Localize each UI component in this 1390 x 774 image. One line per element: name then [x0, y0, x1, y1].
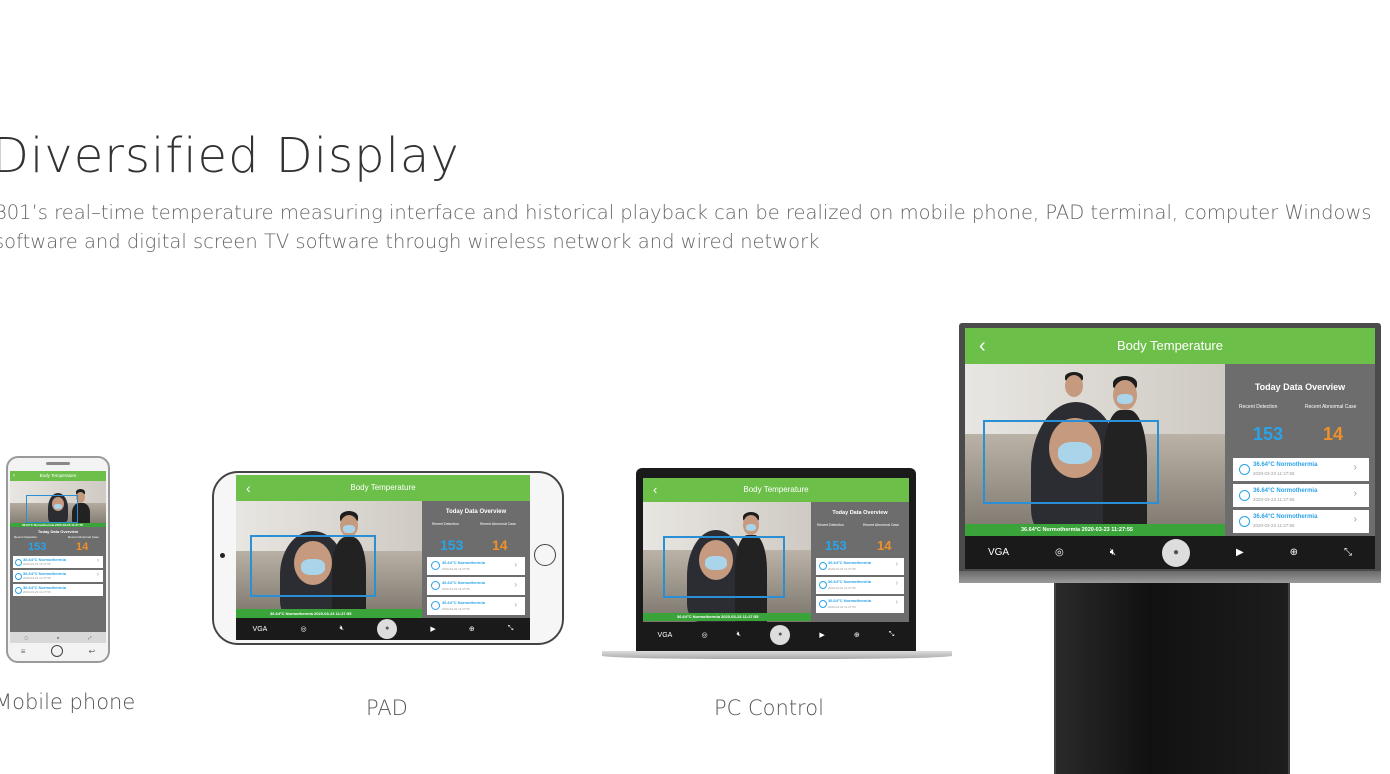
vga-button[interactable]: VGA	[658, 632, 673, 639]
fullscreen-icon[interactable]: ⤡	[889, 631, 895, 639]
tv-device: ‹ Body Temperature 36.64°C Normothermia …	[959, 323, 1381, 583]
fullscreen-icon[interactable]: ⤡	[508, 625, 514, 633]
record-item[interactable]: 36.64°C Normothermia 2020-03-23 11:27:55…	[427, 577, 525, 595]
fullscreen-icon[interactable]: ⤢	[88, 635, 91, 640]
record-item[interactable]: 36.64°C Normothermia 2020-03-23 11:27:55…	[816, 558, 904, 575]
search-icon[interactable]: ⊕	[854, 631, 860, 639]
vga-button[interactable]: VGA	[988, 547, 1009, 558]
microphone-icon[interactable]: ●	[1162, 538, 1190, 567]
microphone-icon[interactable]: ●	[57, 635, 59, 640]
screen-title: Body Temperature	[1117, 338, 1223, 353]
record-item[interactable]: 36.64°C Normothermia 2020-03-23 11:27:56…	[427, 597, 525, 615]
record-item[interactable]: 36.64°C Normothermia 2020-03-23 11:27:55…	[427, 557, 525, 575]
back-icon[interactable]: ‹	[13, 471, 15, 481]
record-item[interactable]: 36.64°C Normothermia 2020-03-23 11:27:55…	[816, 577, 904, 594]
record-item[interactable]: 36.64°C Normothermia 2020-03-23 11:27:56…	[1233, 510, 1369, 533]
record-item[interactable]: 36.64°C Normothermia 2020-03-23 11:27:55…	[13, 556, 103, 568]
laptop-base	[602, 651, 952, 659]
mute-icon[interactable]: 🔇︎	[340, 625, 344, 633]
mobile-screen: ‹ Body Temperature 36.64°C Normothermia …	[10, 471, 106, 643]
back-icon[interactable]: ‹	[979, 328, 986, 364]
playback-icon[interactable]: ▶	[1236, 547, 1244, 558]
tv-stand	[1054, 582, 1290, 774]
pad-device: ‹ Body Temperature 36.64°C Normothermia …	[212, 471, 564, 645]
pad-camera	[220, 553, 225, 558]
pad-home-button[interactable]	[534, 544, 556, 566]
tv-screen: ‹ Body Temperature 36.64°C Normothermia …	[965, 328, 1375, 569]
tv-bottom-bezel	[959, 571, 1381, 583]
page-title: Diversified Display	[0, 128, 460, 184]
camera-icon[interactable]: ◎	[300, 625, 306, 633]
screen-title: Body Temperature	[350, 483, 416, 492]
search-icon[interactable]: ⊕	[1290, 547, 1298, 558]
return-icon[interactable]: ↩	[89, 647, 96, 656]
playback-icon[interactable]: ▶	[430, 625, 435, 633]
camera-icon[interactable]: ◎	[701, 631, 707, 639]
mute-icon[interactable]: 🔇︎	[1110, 547, 1116, 558]
microphone-icon[interactable]: ●	[377, 619, 398, 639]
camera-icon[interactable]: ◎	[1055, 547, 1064, 558]
microphone-icon[interactable]: ●	[770, 625, 791, 645]
screen-title: Body Temperature	[743, 485, 809, 494]
screen-title: Body Temperature	[39, 473, 77, 478]
laptop-device: ‹ Body Temperature 36.64°C Normothermia …	[636, 468, 916, 652]
pc-screen: ‹ Body Temperature 36.64°C Normothermia …	[643, 478, 909, 648]
record-item[interactable]: 36.64°C Normothermia 2020-03-23 11:27:55…	[13, 570, 103, 582]
camera-icon[interactable]: ◻	[25, 635, 28, 640]
home-button[interactable]	[50, 645, 63, 657]
fullscreen-icon[interactable]: ⤡	[1344, 547, 1352, 558]
menu-icon[interactable]: ≡	[21, 647, 26, 656]
back-icon[interactable]: ‹	[653, 478, 657, 502]
record-item[interactable]: 36.64°C Normothermia 2020-03-23 11:27:55…	[1233, 458, 1369, 481]
mute-icon[interactable]: 🔇︎	[737, 631, 741, 639]
caption-mobile: Mobile phone	[0, 690, 136, 714]
record-item[interactable]: 36.64°C Normothermia 2020-03-23 11:27:55…	[1233, 484, 1369, 507]
search-icon[interactable]: ⊕	[469, 625, 475, 633]
mobile-phone-device: ‹ Body Temperature 36.64°C Normothermia …	[6, 456, 110, 663]
caption-pad: PAD	[366, 696, 408, 720]
page-description: B01’s real–time temperature measuring in…	[0, 201, 1372, 253]
vga-button[interactable]: VGA	[253, 626, 268, 633]
playback-icon[interactable]: ▶	[819, 631, 824, 639]
record-item[interactable]: 36.64°C Normothermia 2020-03-23 11:27:56…	[816, 596, 904, 613]
caption-pc: PC Control	[714, 696, 824, 720]
pad-screen: ‹ Body Temperature 36.64°C Normothermia …	[236, 475, 530, 640]
back-icon[interactable]: ‹	[246, 475, 251, 501]
record-item[interactable]: 36.64°C Normothermia 2020-03-23 11:27:56	[13, 584, 103, 596]
